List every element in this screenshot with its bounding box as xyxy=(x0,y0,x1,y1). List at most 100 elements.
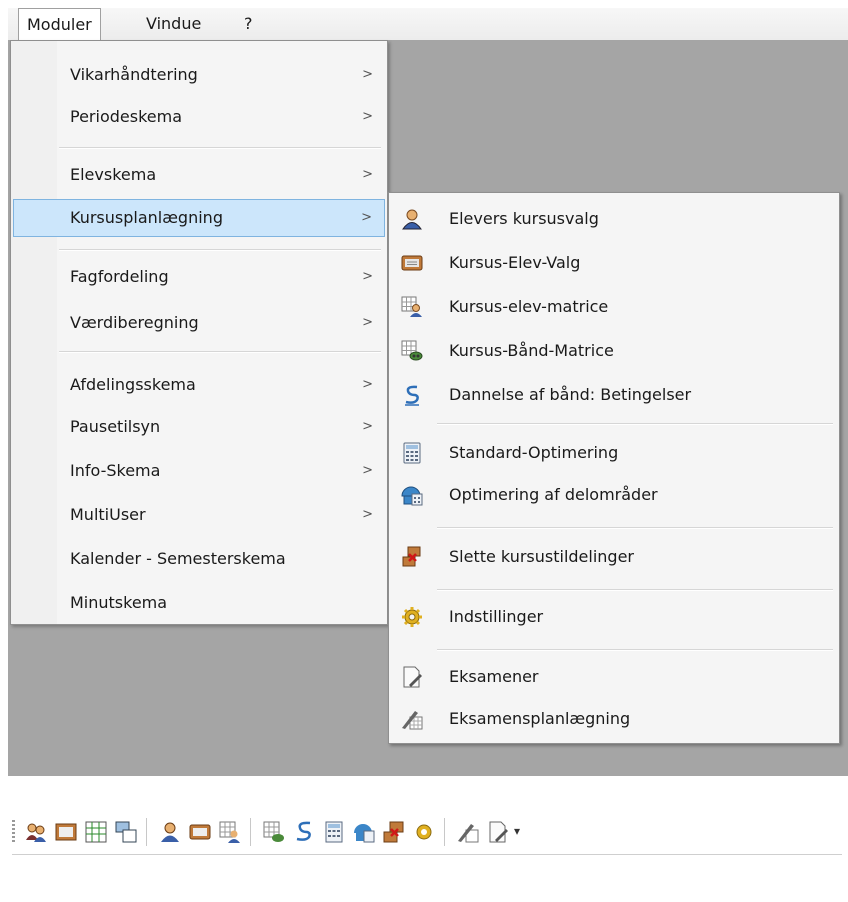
settings-gear-icon[interactable] xyxy=(412,820,436,844)
course-card-icon xyxy=(401,255,423,271)
delete-assignment-icon xyxy=(402,546,421,567)
menu-moduler[interactable]: Moduler xyxy=(18,8,101,40)
menu-item-label: Fagfordeling xyxy=(70,267,169,286)
submenu-item-optimering-af-delomrader[interactable]: Optimering af delområder xyxy=(391,477,837,513)
submenu-arrow-icon: > xyxy=(362,269,373,284)
menu-separator xyxy=(59,249,381,251)
submenu-item-label: Eksamener xyxy=(449,667,539,686)
menu-item-periodeskema[interactable]: Periodeskema > xyxy=(13,99,385,135)
menu-item-pausetilsyn[interactable]: Pausetilsyn > xyxy=(13,409,385,445)
submenu-item-dannelse-af-band[interactable]: Dannelse af bånd: Betingelser xyxy=(391,377,837,413)
submenu-item-standard-optimering[interactable]: Standard-Optimering xyxy=(391,435,837,471)
toolbar-separator xyxy=(444,818,445,846)
menu-item-label: Kursusplanlægning xyxy=(70,208,223,227)
menu-item-label: Afdelingsskema xyxy=(70,375,196,394)
menu-item-fagfordeling[interactable]: Fagfordeling > xyxy=(13,259,385,295)
exam-planning-icon xyxy=(402,711,423,730)
menu-item-elevskema[interactable]: Elevskema > xyxy=(13,157,385,193)
calculator-icon[interactable] xyxy=(322,820,346,844)
submenu-arrow-icon: > xyxy=(362,463,373,478)
submenu-item-label: Kursus-elev-matrice xyxy=(449,297,609,316)
teachers-swap-icon[interactable] xyxy=(24,820,48,844)
submenu-arrow-icon: > xyxy=(362,109,373,124)
delete-assignment-icon[interactable] xyxy=(382,820,406,844)
spreadsheet-green-icon[interactable] xyxy=(84,820,108,844)
menu-item-label: Minutskema xyxy=(70,593,168,612)
band-conditions-icon[interactable] xyxy=(292,820,316,844)
submenu-arrow-icon: > xyxy=(361,210,372,225)
submenu-item-label: Indstillinger xyxy=(449,607,544,626)
menu-item-afdelingsskema[interactable]: Afdelingsskema > xyxy=(13,367,385,403)
menu-item-info-skema[interactable]: Info-Skema > xyxy=(13,453,385,489)
menu-help[interactable]: ? xyxy=(244,8,253,40)
submenu-arrow-icon: > xyxy=(362,377,373,392)
submenu-item-kursus-elev-valg[interactable]: Kursus-Elev-Valg xyxy=(391,245,837,281)
menu-item-vaerdiberegning[interactable]: Værdiberegning > xyxy=(13,305,385,341)
settings-gear-icon xyxy=(402,607,422,627)
menu-item-label: Info-Skema xyxy=(70,461,161,480)
period-card-icon[interactable] xyxy=(54,820,78,844)
toolbar-overflow-chevron-icon[interactable]: ▾ xyxy=(514,824,520,838)
submenu-item-eksamener[interactable]: Eksamener xyxy=(391,659,837,695)
moduler-dropdown: Vikarhåndtering > Periodeskema > Elevske… xyxy=(10,40,388,625)
menu-item-label: Værdiberegning xyxy=(70,313,199,332)
exam-document-icon[interactable] xyxy=(486,820,510,844)
exam-document-icon xyxy=(403,666,422,688)
menu-separator xyxy=(59,351,381,353)
submenu-item-label: Elevers kursusvalg xyxy=(449,209,599,228)
menu-item-label: Periodeskema xyxy=(70,107,182,126)
menu-item-label: Pausetilsyn xyxy=(70,417,161,436)
submenu-separator xyxy=(437,423,833,425)
submenu-separator xyxy=(437,649,833,651)
submenu-item-label: Slette kursustildelinger xyxy=(449,547,634,566)
submenu-item-eksamensplanlaegning[interactable]: Eksamensplanlægning xyxy=(391,701,837,737)
toolbar-grip[interactable] xyxy=(12,820,15,844)
submenu-item-label: Eksamensplanlægning xyxy=(449,709,631,728)
exam-planning-icon[interactable] xyxy=(456,820,480,844)
menu-separator xyxy=(59,147,381,149)
band-conditions-icon xyxy=(405,385,419,406)
menu-item-label: Kalender - Semesterskema xyxy=(70,549,286,568)
menu-item-minutskema[interactable]: Minutskema xyxy=(13,585,385,621)
menu-item-multiuser[interactable]: MultiUser > xyxy=(13,497,385,533)
submenu-item-label: Kursus-Bånd-Matrice xyxy=(449,341,614,360)
toolbar: ▾ xyxy=(12,810,842,855)
student-icon xyxy=(402,209,422,230)
submenu-arrow-icon: > xyxy=(362,419,373,434)
matrix-student-icon[interactable] xyxy=(218,820,242,844)
submenu-item-kursus-band-matrice[interactable]: Kursus-Bånd-Matrice xyxy=(391,333,837,369)
submenu-item-label: Standard-Optimering xyxy=(449,443,619,462)
submenu-item-label: Kursus-Elev-Valg xyxy=(449,253,581,272)
menu-bar: Moduler Vindue ? xyxy=(8,8,848,41)
menu-item-label: MultiUser xyxy=(70,505,146,524)
submenu-item-elevers-kursusvalg[interactable]: Elevers kursusvalg xyxy=(391,201,837,237)
submenu-separator xyxy=(437,589,833,591)
menu-vindue[interactable]: Vindue xyxy=(146,8,201,40)
submenu-arrow-icon: > xyxy=(362,315,373,330)
submenu-arrow-icon: > xyxy=(362,67,373,82)
submenu-item-kursus-elev-matrice[interactable]: Kursus-elev-matrice xyxy=(391,289,837,325)
sub-optimize-icon[interactable] xyxy=(352,820,376,844)
calculator-icon xyxy=(403,442,421,464)
menu-item-vikarhandtering[interactable]: Vikarhåndtering > xyxy=(13,57,385,93)
toolbar-separator xyxy=(146,818,147,846)
sub-optimize-icon xyxy=(401,486,423,506)
submenu-item-label: Optimering af delområder xyxy=(449,485,658,504)
submenu-separator xyxy=(437,527,833,529)
matrix-band-icon xyxy=(401,340,423,361)
matrix-band-icon[interactable] xyxy=(262,820,286,844)
submenu-arrow-icon: > xyxy=(362,507,373,522)
menu-item-label: Elevskema xyxy=(70,165,157,184)
menu-item-label: Vikarhåndtering xyxy=(70,65,198,84)
course-card-icon[interactable] xyxy=(188,820,212,844)
menu-item-kalender-semesterskema[interactable]: Kalender - Semesterskema xyxy=(13,541,385,577)
submenu-item-slette-kursustildelinger[interactable]: Slette kursustildelinger xyxy=(391,539,837,575)
windows-grid-icon[interactable] xyxy=(114,820,138,844)
submenu-item-indstillinger[interactable]: Indstillinger xyxy=(391,599,837,635)
kursusplanlaegning-submenu: Elevers kursusvalg Kursus-Elev-Valg Kurs… xyxy=(388,192,840,744)
submenu-item-label: Dannelse af bånd: Betingelser xyxy=(449,385,692,404)
toolbar-separator xyxy=(250,818,251,846)
menu-item-kursusplanlaegning[interactable]: Kursusplanlægning > xyxy=(13,199,385,237)
submenu-arrow-icon: > xyxy=(362,167,373,182)
student-icon[interactable] xyxy=(158,820,182,844)
